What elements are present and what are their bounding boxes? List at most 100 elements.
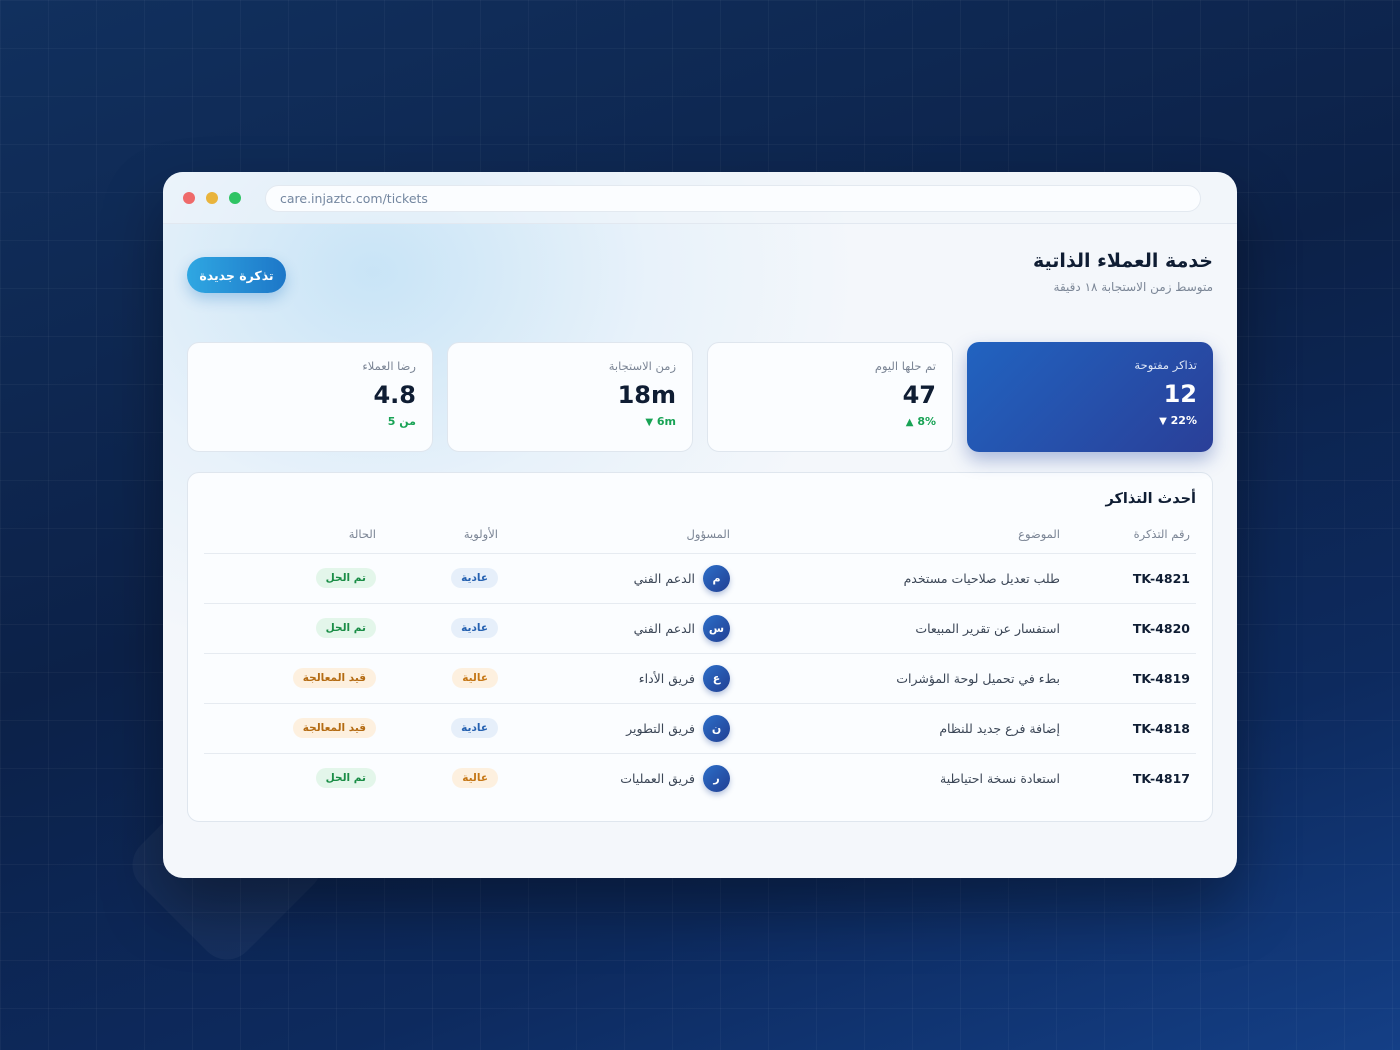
window-controls — [183, 191, 241, 204]
ticket-id: TK-4818 — [1066, 703, 1196, 754]
page-title: خدمة العملاء الذاتية — [1033, 250, 1213, 272]
status-badge: تم الحل — [315, 568, 376, 588]
column-header-owner[interactable]: المسؤول — [504, 515, 736, 554]
status-badge: تم الحل — [315, 618, 376, 638]
stat-value: 4.8 — [373, 381, 416, 409]
ticket-status-cell: قيد المعالجة — [204, 703, 382, 754]
stat-card-open-tickets[interactable]: تذاكر مفتوحة 12 22% ▼ — [967, 342, 1213, 452]
ticket-priority-cell: عادية — [382, 603, 504, 654]
ticket-owner: ن فريق التطوير — [626, 714, 730, 742]
table-row[interactable]: TK-4820 استفسار عن تقرير المبيعات س الدع… — [204, 603, 1196, 654]
stat-change-value: 22% — [1170, 414, 1197, 427]
arrow-down-icon: ▼ — [645, 417, 654, 428]
stat-label: رضا العملاء — [362, 359, 416, 373]
column-header-priority[interactable]: الأولوية — [382, 515, 504, 554]
address-bar-url: care.injaztc.com/tickets — [280, 191, 428, 206]
stat-label: زمن الاستجابة — [608, 359, 676, 373]
recent-tickets-panel: أحدث التذاكر رقم التذكرة الموضوع المسؤول… — [187, 472, 1213, 822]
new-ticket-button[interactable]: تذكرة جديدة — [187, 257, 286, 293]
ticket-owner-cell: م الدعم الفني — [504, 553, 736, 604]
panel-title: أحدث التذاكر — [1105, 491, 1196, 507]
address-bar[interactable]: care.injaztc.com/tickets — [265, 185, 1201, 212]
avatar: ع — [703, 664, 730, 692]
priority-badge: عادية — [451, 618, 498, 638]
stat-change-value: 6m — [656, 415, 676, 428]
header-text: خدمة العملاء الذاتية متوسط زمن الاستجابة… — [1033, 248, 1213, 294]
ticket-owner: م الدعم الفني — [633, 564, 730, 592]
priority-badge: عالية — [452, 668, 498, 688]
stat-value: 12 — [1163, 380, 1197, 408]
column-header-subject[interactable]: الموضوع — [736, 515, 1066, 554]
page-subtitle: متوسط زمن الاستجابة ١٨ دقيقة — [1053, 280, 1213, 294]
owner-name: فريق العمليات — [620, 770, 695, 786]
stat-label: تذاكر مفتوحة — [1134, 358, 1197, 372]
minimize-window-button[interactable] — [206, 191, 218, 204]
stat-label: تم حلها اليوم — [874, 359, 936, 373]
table-header-row: رقم التذكرة الموضوع المسؤول الأولوية الح… — [204, 515, 1196, 554]
ticket-owner-cell: س الدعم الفني — [504, 603, 736, 654]
stat-card-response-time[interactable]: زمن الاستجابة 18m 6m ▼ — [447, 342, 693, 452]
table-row[interactable]: TK-4821 طلب تعديل صلاحيات مستخدم م الدعم… — [204, 553, 1196, 604]
ticket-subject: استفسار عن تقرير المبيعات — [736, 603, 1066, 654]
arrow-up-icon: ▲ — [905, 417, 914, 428]
stat-value: 47 — [902, 381, 936, 409]
ticket-status-cell: قيد المعالجة — [204, 653, 382, 704]
ticket-id: TK-4819 — [1066, 653, 1196, 704]
stat-change: 6m ▼ — [464, 415, 676, 428]
ticket-owner: س الدعم الفني — [633, 614, 730, 642]
ticket-status-cell: تم الحل — [204, 753, 382, 803]
stat-change: 22% ▼ — [983, 414, 1197, 427]
status-badge: قيد المعالجة — [292, 668, 376, 688]
page-header: خدمة العملاء الذاتية متوسط زمن الاستجابة… — [187, 248, 1213, 322]
avatar: م — [703, 564, 730, 592]
priority-badge: عادية — [451, 718, 498, 738]
browser-window: care.injaztc.com/tickets خدمة العملاء ال… — [163, 172, 1237, 878]
stat-change-value: من 5 — [387, 415, 416, 428]
maximize-window-button[interactable] — [229, 191, 241, 204]
table-row[interactable]: TK-4817 استعادة نسخة احتياطية ر فريق الع… — [204, 753, 1196, 803]
ticket-owner-cell: ع فريق الأداء — [504, 653, 736, 704]
column-header-id[interactable]: رقم التذكرة — [1066, 515, 1196, 554]
browser-titlebar: care.injaztc.com/tickets — [163, 172, 1237, 224]
ticket-subject: استعادة نسخة احتياطية — [940, 770, 1060, 786]
ticket-subject: طلب تعديل صلاحيات مستخدم — [736, 553, 1066, 604]
avatar: ن — [703, 714, 730, 742]
arrow-down-icon: ▼ — [1159, 416, 1167, 427]
ticket-id: TK-4817 — [1132, 770, 1190, 786]
owner-name: الدعم الفني — [633, 620, 695, 636]
stat-change: من 5 — [204, 415, 416, 428]
table-row[interactable]: TK-4819 بطء في تحميل لوحة المؤشرات ع فري… — [204, 653, 1196, 704]
ticket-owner: ع فريق الأداء — [638, 664, 730, 692]
ticket-subject: إضافة فرع جديد للنظام — [736, 703, 1066, 754]
priority-badge: عالية — [452, 768, 498, 789]
status-badge: تم الحل — [315, 768, 376, 789]
ticket-id: TK-4820 — [1066, 603, 1196, 654]
stat-change: 8% ▲ — [724, 415, 936, 428]
stat-card-satisfaction[interactable]: رضا العملاء 4.8 من 5 — [187, 342, 433, 452]
page-content: خدمة العملاء الذاتية متوسط زمن الاستجابة… — [163, 224, 1237, 822]
ticket-id: TK-4821 — [1066, 553, 1196, 604]
ticket-owner-cell: ن فريق التطوير — [504, 703, 736, 754]
avatar: س — [703, 614, 730, 642]
ticket-status-cell: تم الحل — [204, 553, 382, 604]
ticket-priority-cell: عالية — [382, 753, 504, 803]
owner-name: فريق الأداء — [638, 670, 695, 686]
ticket-priority-cell: عادية — [382, 703, 504, 754]
ticket-owner-cell: ر فريق العمليات — [504, 753, 736, 803]
stats-row: تذاكر مفتوحة 12 22% ▼ تم حلها اليوم 47 8… — [187, 342, 1213, 452]
tickets-table: رقم التذكرة الموضوع المسؤول الأولوية الح… — [204, 515, 1196, 803]
stat-value: 18m — [617, 381, 676, 409]
ticket-owner: ر فريق العمليات — [620, 764, 730, 792]
stat-change-value: 8% — [917, 415, 936, 428]
avatar: ر — [703, 764, 730, 792]
table-row[interactable]: TK-4818 إضافة فرع جديد للنظام ن فريق الت… — [204, 703, 1196, 754]
ticket-status-cell: تم الحل — [204, 603, 382, 654]
ticket-priority-cell: عالية — [382, 653, 504, 704]
close-window-button[interactable] — [183, 191, 195, 204]
priority-badge: عادية — [451, 568, 498, 588]
column-header-status[interactable]: الحالة — [204, 515, 382, 554]
stat-card-resolved-today[interactable]: تم حلها اليوم 47 8% ▲ — [707, 342, 953, 452]
ticket-priority-cell: عادية — [382, 553, 504, 604]
status-badge: قيد المعالجة — [292, 718, 376, 738]
owner-name: الدعم الفني — [633, 570, 695, 586]
